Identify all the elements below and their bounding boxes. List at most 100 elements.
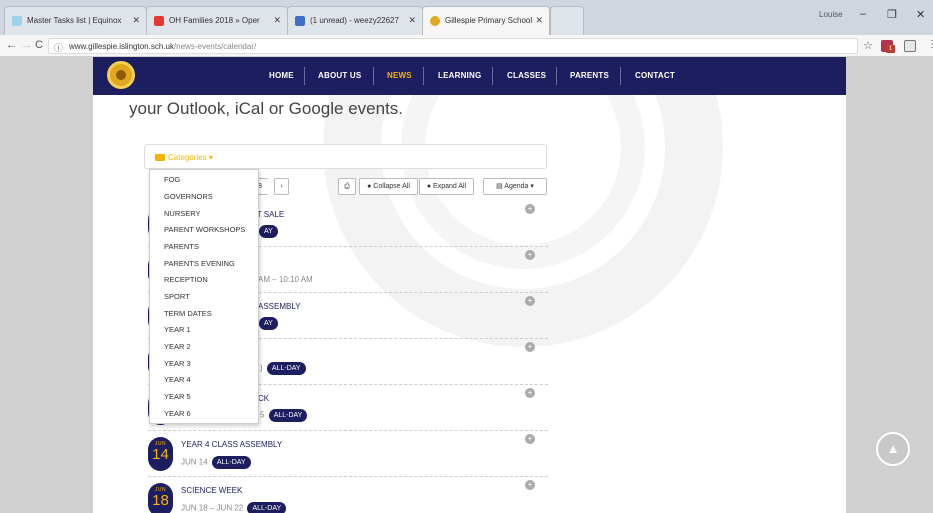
- nav-divider: [556, 67, 557, 85]
- close-icon[interactable]: ✕: [273, 15, 281, 26]
- browser-toolbar: ← → C ⓘ www.gillespie.islington.sch.uk/n…: [0, 35, 933, 57]
- category-option-year-6[interactable]: YEAR 6: [164, 409, 191, 418]
- page-viewport: HOME ABOUT US NEWS LEARNING CLASSES PARE…: [0, 57, 933, 513]
- category-option-term-dates[interactable]: TERM DATES: [164, 309, 212, 318]
- event-title[interactable]: ASSEMBLY: [258, 302, 301, 311]
- categories-dropdown: FOG GOVERNORS NURSERY PARENT WORKSHOPS P…: [149, 169, 259, 424]
- category-option-sport[interactable]: SPORT: [164, 292, 190, 301]
- plus-circle-icon[interactable]: +: [525, 296, 535, 306]
- category-option-year-3[interactable]: YEAR 3: [164, 359, 191, 368]
- plus-circle-icon[interactable]: +: [525, 342, 535, 352]
- mail-icon: [295, 16, 305, 26]
- category-option-year-5[interactable]: YEAR 5: [164, 392, 191, 401]
- category-option-fog[interactable]: FOG: [164, 175, 180, 184]
- categories-label: Categories: [168, 153, 207, 162]
- restore-icon[interactable]: ❐: [887, 8, 897, 21]
- nav-divider: [620, 67, 621, 85]
- close-icon[interactable]: ✕: [535, 15, 543, 26]
- scroll-to-top-button[interactable]: ▲: [876, 432, 910, 466]
- event-day: 14: [152, 446, 169, 463]
- nav-divider: [304, 67, 305, 85]
- forward-icon[interactable]: →: [21, 39, 32, 51]
- event-row[interactable]: JUN 18 SCIENCE WEEK JUN 18 – JUN 22 ALL-D…: [148, 477, 548, 513]
- plus-circle-icon[interactable]: +: [525, 250, 535, 260]
- tab-gillespie[interactable]: Gillespie Primary School ✕: [422, 6, 550, 35]
- category-option-reception[interactable]: RECEPTION: [164, 275, 208, 284]
- reload-icon[interactable]: C: [35, 39, 43, 51]
- tab-title: (1 unread) - weezy22627: [310, 16, 399, 25]
- new-tab-button[interactable]: [550, 6, 584, 35]
- category-option-parents[interactable]: PARENTS: [164, 242, 199, 251]
- category-option-parents-evening[interactable]: PARENTS EVENING: [164, 259, 235, 268]
- event-row[interactable]: JUN 14 YEAR 4 CLASS ASSEMBLY JUN 14 ALL-D…: [148, 431, 548, 477]
- close-icon[interactable]: ✕: [132, 15, 140, 26]
- extension-badge: 1: [886, 45, 895, 53]
- plus-circle-icon[interactable]: +: [525, 434, 535, 444]
- nav-classes[interactable]: CLASSES: [507, 71, 546, 80]
- category-option-governors[interactable]: GOVERNORS: [164, 192, 213, 201]
- nav-divider: [423, 67, 424, 85]
- bookmark-star-icon[interactable]: ☆: [863, 39, 873, 52]
- tab-title: Master Tasks list | Equinox: [27, 16, 122, 25]
- expand-all-label: Expand All: [433, 183, 467, 190]
- nav-about-us[interactable]: ABOUT US: [318, 71, 361, 80]
- back-icon[interactable]: ←: [6, 39, 17, 51]
- window-close-icon[interactable]: ✕: [916, 8, 925, 21]
- allday-badge: ALL-DAY: [266, 362, 306, 375]
- agenda-button[interactable]: ▤ Agenda ▾: [483, 178, 547, 195]
- menu-icon[interactable]: ⋮: [927, 39, 933, 50]
- nav-contact[interactable]: CONTACT: [635, 71, 675, 80]
- url-path: /news-events/calendar/: [173, 42, 257, 51]
- browser-tab-strip: Master Tasks list | Equinox ✕ OH Familie…: [0, 0, 933, 35]
- folder-icon: [155, 154, 165, 161]
- tab-favicon-icon: [430, 16, 440, 26]
- minimize-icon[interactable]: –: [860, 8, 866, 20]
- tab-oh-families[interactable]: OH Families 2018 » Oper ✕: [146, 6, 288, 35]
- site-container: HOME ABOUT US NEWS LEARNING CLASSES PARE…: [93, 57, 846, 513]
- allday-badge: ALL-DAY: [268, 409, 308, 422]
- event-title[interactable]: YEAR 4 CLASS ASSEMBLY: [181, 440, 282, 449]
- categories-button[interactable]: Categories ▾: [155, 153, 213, 162]
- agenda-icon: ▤: [496, 183, 503, 190]
- info-icon[interactable]: ⓘ: [54, 41, 63, 54]
- url-host: www.gillespie.islington.sch.uk: [69, 42, 174, 51]
- category-filter-bar: Categories ▾: [144, 144, 547, 169]
- plus-circle-icon[interactable]: +: [525, 388, 535, 398]
- tab-master-tasks[interactable]: Master Tasks list | Equinox ✕: [4, 6, 147, 35]
- extension-icon[interactable]: 1: [881, 40, 895, 53]
- expand-all-button[interactable]: ● Expand All: [419, 178, 474, 195]
- nav-news[interactable]: NEWS: [387, 71, 412, 80]
- extension-icon[interactable]: [904, 40, 916, 52]
- school-logo[interactable]: [107, 61, 135, 89]
- address-bar[interactable]: ⓘ www.gillespie.islington.sch.uk/news-ev…: [48, 38, 858, 54]
- category-option-year-4[interactable]: YEAR 4: [164, 375, 191, 384]
- category-option-year-1[interactable]: YEAR 1: [164, 325, 191, 334]
- category-option-year-2[interactable]: YEAR 2: [164, 342, 191, 351]
- nav-divider: [373, 67, 374, 85]
- nav-home[interactable]: HOME: [269, 71, 294, 80]
- event-title[interactable]: SCIENCE WEEK: [181, 486, 242, 495]
- close-icon[interactable]: ✕: [408, 15, 416, 26]
- nav-learning[interactable]: LEARNING: [438, 71, 481, 80]
- print-icon: ⎙: [344, 183, 350, 190]
- event-day: 18: [152, 492, 169, 509]
- nav-parents[interactable]: PARENTS: [570, 71, 609, 80]
- event-date-badge: JUN 18: [148, 483, 173, 513]
- plus-circle-icon[interactable]: +: [525, 204, 535, 214]
- category-option-nursery[interactable]: NURSERY: [164, 209, 201, 218]
- arrow-up-icon: ▲: [886, 441, 900, 456]
- collapse-icon: ●: [367, 183, 372, 190]
- event-time: JUN 14: [181, 457, 208, 467]
- allday-badge: ALL-DAY: [247, 502, 287, 513]
- print-button[interactable]: ⎙: [338, 178, 356, 195]
- profile-name[interactable]: Louise: [819, 10, 843, 19]
- intro-text: your Outlook, iCal or Google events.: [129, 99, 404, 118]
- event-title[interactable]: CK: [258, 394, 269, 403]
- next-button[interactable]: ›: [274, 178, 289, 195]
- agenda-label: Agenda: [504, 183, 529, 190]
- collapse-all-button[interactable]: ● Collapse All: [359, 178, 418, 195]
- event-date-badge: JUN 14: [148, 437, 173, 471]
- tab-mail[interactable]: (1 unread) - weezy22627 ✕: [287, 6, 423, 35]
- plus-circle-icon[interactable]: +: [525, 480, 535, 490]
- category-option-parent-workshops[interactable]: PARENT WORKSHOPS: [164, 225, 245, 234]
